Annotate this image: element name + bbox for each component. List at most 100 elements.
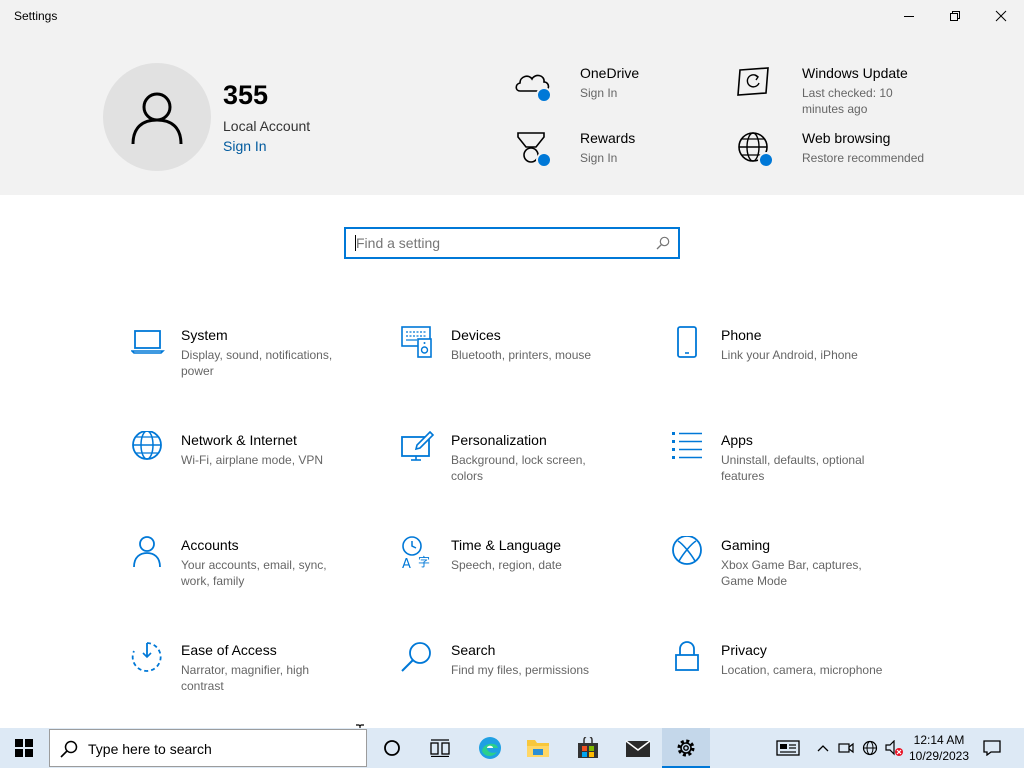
news-widget-button[interactable] bbox=[770, 728, 806, 768]
edge-button[interactable] bbox=[466, 728, 514, 768]
network-button[interactable] bbox=[860, 728, 880, 768]
close-icon bbox=[995, 10, 1007, 22]
category-title: Network & Internet bbox=[181, 432, 297, 448]
clock-time: 12:14 AM bbox=[913, 733, 965, 747]
user-icon bbox=[131, 92, 183, 145]
windows-update-item[interactable]: Windows Update Last checked: 10 minutes … bbox=[736, 65, 956, 121]
onedrive-item[interactable]: OneDrive Sign In bbox=[514, 65, 734, 121]
show-hidden-icons-button[interactable] bbox=[812, 728, 834, 768]
close-button[interactable] bbox=[978, 0, 1024, 32]
onedrive-icon bbox=[514, 65, 554, 105]
cortana-button[interactable] bbox=[370, 728, 414, 768]
category-search[interactable]: Search Find my files, permissions bbox=[401, 641, 641, 701]
laptop-icon bbox=[131, 330, 165, 354]
category-subtitle: Display, sound, notifications, power bbox=[181, 348, 333, 378]
category-subtitle: Xbox Game Bar, captures, Game Mode bbox=[721, 558, 862, 588]
search-icon bbox=[401, 642, 431, 672]
devices-icon bbox=[401, 326, 432, 358]
account-sign-in-link[interactable]: Sign In bbox=[223, 138, 267, 154]
person-icon bbox=[133, 536, 161, 568]
globe-icon bbox=[132, 431, 162, 460]
category-subtitle: Your accounts, email, sync, work, family bbox=[181, 558, 327, 588]
network-globe-icon bbox=[862, 740, 878, 756]
windows-update-icon bbox=[736, 65, 776, 105]
edge-icon bbox=[479, 737, 501, 759]
web-browsing-item[interactable]: Web browsing Restore recommended bbox=[736, 130, 956, 186]
taskbar: Type here to search 12:14 AM 10/29/2023 bbox=[0, 728, 1024, 768]
mail-button[interactable] bbox=[614, 728, 662, 768]
category-personalization[interactable]: Personalization Background, lock screen,… bbox=[401, 431, 641, 491]
lock-icon bbox=[675, 641, 699, 671]
category-apps[interactable]: Apps Uninstall, defaults, optional featu… bbox=[671, 431, 911, 491]
category-accounts[interactable]: Accounts Your accounts, email, sync, wor… bbox=[131, 536, 371, 596]
category-title: Search bbox=[451, 642, 496, 658]
folder-icon bbox=[527, 740, 549, 757]
onedrive-title: OneDrive bbox=[580, 65, 640, 81]
category-subtitle: Speech, region, date bbox=[451, 558, 562, 572]
clock-date: 10/29/2023 bbox=[908, 749, 970, 763]
news-icon bbox=[776, 740, 800, 756]
category-title: Ease of Access bbox=[181, 642, 277, 658]
category-title: Personalization bbox=[451, 432, 547, 448]
start-button[interactable] bbox=[0, 728, 48, 768]
settings-app-button[interactable] bbox=[662, 728, 710, 768]
notification-icon bbox=[983, 740, 1001, 756]
windows-update-subtitle: Last checked: 10 minutes ago bbox=[802, 86, 893, 116]
rewards-icon bbox=[514, 130, 554, 170]
category-phone[interactable]: Phone Link your Android, iPhone bbox=[671, 326, 911, 386]
action-center-button[interactable] bbox=[976, 728, 1008, 768]
store-button[interactable] bbox=[564, 728, 612, 768]
category-title: Phone bbox=[721, 327, 762, 343]
search-icon[interactable] bbox=[656, 236, 670, 250]
category-system[interactable]: System Display, sound, notifications, po… bbox=[131, 326, 371, 386]
windows-update-title: Windows Update bbox=[802, 65, 908, 81]
category-devices[interactable]: Devices Bluetooth, printers, mouse bbox=[401, 326, 641, 386]
ease-of-access-icon bbox=[131, 642, 162, 672]
volume-button[interactable] bbox=[882, 728, 906, 768]
category-subtitle: Uninstall, defaults, optional features bbox=[721, 453, 865, 483]
category-ease-of-access[interactable]: Ease of Access Narrator, magnifier, high… bbox=[131, 641, 371, 701]
clock[interactable]: 12:14 AM 10/29/2023 bbox=[906, 732, 972, 764]
restore-icon bbox=[950, 11, 960, 21]
rewards-title: Rewards bbox=[580, 130, 636, 146]
account-type: Local Account bbox=[223, 118, 311, 134]
category-title: Accounts bbox=[181, 537, 239, 553]
task-view-icon bbox=[430, 739, 450, 757]
taskbar-search-box[interactable]: Type here to search bbox=[49, 729, 367, 767]
svg-text:A: A bbox=[402, 557, 411, 570]
store-icon bbox=[578, 737, 598, 758]
avatar[interactable] bbox=[103, 63, 211, 171]
window-title: Settings bbox=[14, 9, 58, 23]
category-time-language[interactable]: A 字 Time & Language Speech, region, date bbox=[401, 536, 641, 596]
web-browsing-icon bbox=[736, 130, 776, 170]
category-network-internet[interactable]: Network & Internet Wi-Fi, airplane mode,… bbox=[131, 431, 371, 491]
mail-icon bbox=[625, 740, 651, 757]
rewards-subtitle: Sign In bbox=[580, 151, 618, 165]
phone-icon bbox=[677, 326, 697, 358]
onedrive-subtitle: Sign In bbox=[580, 86, 618, 100]
rewards-item[interactable]: Rewards Sign In bbox=[514, 130, 734, 186]
settings-header: 355 Local Account Sign In OneDrive Sign … bbox=[0, 32, 1024, 195]
camera-icon bbox=[838, 742, 854, 754]
minimize-icon bbox=[904, 16, 914, 17]
minimize-button[interactable] bbox=[886, 0, 932, 32]
task-view-button[interactable] bbox=[418, 728, 462, 768]
search-input[interactable] bbox=[346, 229, 646, 257]
personalization-icon bbox=[401, 431, 435, 461]
category-privacy[interactable]: Privacy Location, camera, microphone bbox=[671, 641, 911, 701]
meet-now-button[interactable] bbox=[836, 728, 856, 768]
apps-icon bbox=[672, 432, 702, 459]
category-title: Apps bbox=[721, 432, 753, 448]
file-explorer-button[interactable] bbox=[514, 728, 562, 768]
category-subtitle: Bluetooth, printers, mouse bbox=[451, 348, 592, 362]
category-title: System bbox=[181, 327, 228, 343]
category-gaming[interactable]: Gaming Xbox Game Bar, captures, Game Mod… bbox=[671, 536, 911, 596]
web-browsing-subtitle: Restore recommended bbox=[802, 151, 925, 165]
restore-button[interactable] bbox=[932, 0, 978, 32]
web-browsing-title: Web browsing bbox=[802, 130, 891, 146]
account-name: 355 bbox=[223, 80, 269, 110]
category-title: Gaming bbox=[721, 537, 771, 553]
category-title: Privacy bbox=[721, 642, 767, 658]
category-subtitle: Link your Android, iPhone bbox=[721, 348, 858, 362]
find-setting-search[interactable] bbox=[344, 227, 680, 259]
